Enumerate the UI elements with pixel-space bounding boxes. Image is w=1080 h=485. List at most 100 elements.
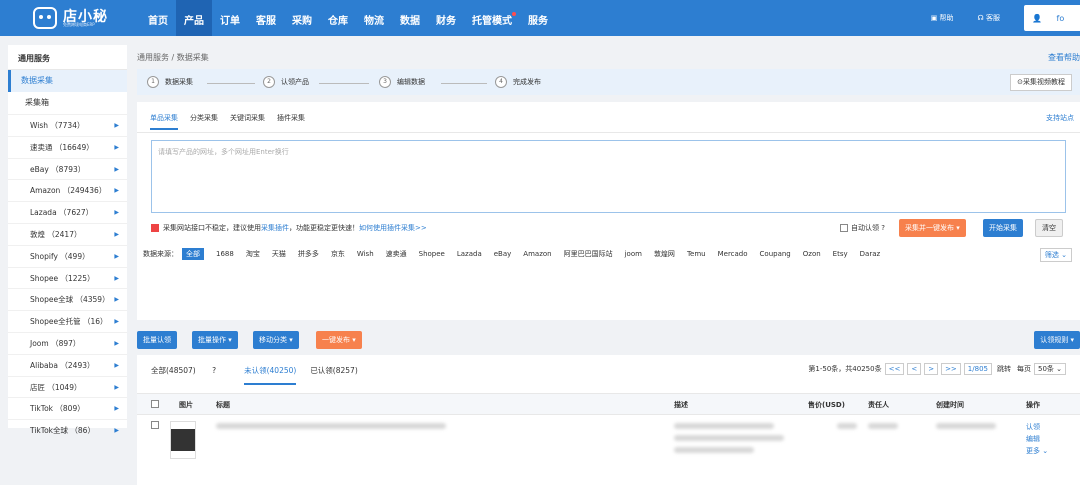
step-label: 编辑数据 (397, 78, 425, 86)
source-option[interactable]: Etsy (833, 250, 848, 258)
source-option[interactable]: 淘宝 (246, 249, 260, 259)
source-option[interactable]: Mercado (718, 250, 748, 258)
sidebar-platform-item[interactable]: 店匠 （1049） ▶ (8, 375, 127, 398)
jump-button[interactable]: 跳转 (997, 364, 1011, 374)
nav-service[interactable]: 客服 (248, 0, 284, 36)
prev-page-button[interactable]: < (907, 363, 922, 375)
source-option[interactable]: 速卖通 (386, 249, 407, 259)
claim-rule-button[interactable]: 认领规则 ▾ (1034, 331, 1080, 349)
nav-warehouse[interactable]: 仓库 (320, 0, 356, 36)
batch-claim-button[interactable]: 批量认领 (137, 331, 177, 349)
source-option[interactable]: 阿里巴巴国际站 (564, 249, 613, 259)
first-page-button[interactable]: << (884, 363, 905, 375)
nav-data[interactable]: 数据 (392, 0, 428, 36)
start-collect-button[interactable]: 开始采集 (983, 219, 1023, 237)
sidebar-platform-item[interactable]: Amazon （249436） ▶ (8, 179, 127, 201)
sidebar-platform-item[interactable]: Alibaba （2493） ▶ (8, 353, 127, 376)
source-option[interactable]: 敦煌网 (654, 249, 675, 259)
tab-category[interactable]: 分类采集 (190, 113, 218, 130)
source-option[interactable]: Daraz (860, 250, 881, 258)
source-option[interactable]: 拼多多 (298, 249, 319, 259)
more-link[interactable]: 更多 ⌄ (1026, 445, 1048, 457)
nav-order[interactable]: 订单 (212, 0, 248, 36)
move-category-button[interactable]: 移动分类 ▾ (253, 331, 299, 349)
url-textarea[interactable]: 请填写产品的网址，多个网址用Enter换行 (151, 140, 1066, 213)
sidebar-platform-label: TikTok （809） (30, 404, 85, 414)
sidebar-item-data-collect[interactable]: 数据采集 (8, 70, 127, 92)
nav-logistics[interactable]: 物流 (356, 0, 392, 36)
source-option[interactable]: Coupang (760, 250, 791, 258)
support-sites-link[interactable]: 支持站点 (1046, 113, 1074, 123)
sidebar-platform-item[interactable]: Shopee全球 （4359） ▶ (8, 288, 127, 310)
plugin-link[interactable]: 采集插件 (261, 223, 289, 233)
sidebar-platform-item[interactable]: Shopify （499） ▶ (8, 244, 127, 267)
how-to-plugin-link[interactable]: 如何使用插件采集>> (359, 223, 427, 233)
edit-link[interactable]: 编辑 (1026, 433, 1048, 445)
sidebar-item-collect-box[interactable]: 采集箱 (8, 92, 127, 114)
service-link[interactable]: ☊ 客服 (978, 13, 1012, 23)
nav-home[interactable]: 首页 (140, 0, 176, 36)
per-page-select[interactable]: 50条 ⌄ (1033, 363, 1066, 375)
logo[interactable]: 店小秘 免费跨境电商ERP (33, 6, 133, 30)
title-blurred (216, 423, 446, 429)
sidebar-platform-item[interactable]: eBay （8793） ▶ (8, 157, 127, 180)
breadcrumb-root[interactable]: 通用服务 (137, 53, 169, 62)
video-tutorial-button[interactable]: ⊙采集视频教程 (1010, 74, 1072, 91)
batch-op-label: 批量操作 (198, 336, 226, 344)
question-icon: ? (881, 224, 885, 232)
filter-button[interactable]: 筛选 ⌄ (1039, 248, 1072, 262)
sidebar-platform-item[interactable]: 速卖通 （16649） ▶ (8, 135, 127, 158)
table-row: 认领 编辑 更多 ⌄ (137, 415, 1080, 475)
source-option[interactable]: 全部 (182, 248, 204, 260)
product-thumbnail[interactable] (170, 421, 196, 459)
source-option[interactable]: 京东 (331, 249, 345, 259)
help-link[interactable]: ▣ 帮助 (931, 13, 966, 23)
source-option[interactable]: Shopee (419, 250, 445, 258)
user-menu[interactable]: 👤 fo (1024, 5, 1080, 31)
nav-purchase[interactable]: 采购 (284, 0, 320, 36)
tab-all[interactable]: 全部(48507) ? (151, 365, 230, 385)
source-option[interactable]: 1688 (216, 250, 234, 258)
sidebar-platform-label: Joom （897） (30, 338, 81, 348)
sidebar-platform-item[interactable]: 敦煌 （2417） ▶ (8, 222, 127, 245)
sidebar-platform-item[interactable]: TikTok全球 （86） ▶ (8, 419, 127, 441)
select-all-checkbox[interactable] (151, 400, 159, 408)
source-option[interactable]: Ozon (803, 250, 821, 258)
sidebar-platform-item[interactable]: Shopee全托管 （16） ▶ (8, 310, 127, 332)
sidebar-platform-item[interactable]: TikTok （809） ▶ (8, 397, 127, 419)
tab-plugin[interactable]: 插件采集 (277, 113, 305, 130)
batch-operation-button[interactable]: 批量操作 ▾ (192, 331, 238, 349)
source-option[interactable]: 天猫 (272, 249, 286, 259)
collect-publish-button[interactable]: 采集并一键发布 ▾ (899, 219, 966, 237)
logo-subtitle: 免费跨境电商ERP (63, 22, 95, 27)
clear-button[interactable]: 清空 (1035, 219, 1063, 237)
tab-unclaimed[interactable]: 未认领(40250) (244, 365, 297, 385)
nav-services[interactable]: 服务 (520, 0, 556, 36)
source-option[interactable]: Wish (357, 250, 374, 258)
sidebar-platform-item[interactable]: Joom （897） ▶ (8, 331, 127, 354)
source-option[interactable]: Lazada (457, 250, 482, 258)
tab-keyword[interactable]: 关键词采集 (230, 113, 265, 130)
auto-claim-checkbox[interactable] (840, 224, 848, 232)
view-help-link[interactable]: 查看帮助 (1048, 45, 1080, 71)
tab-claimed[interactable]: 已认领(8257) (310, 365, 357, 385)
nav-product[interactable]: 产品 (176, 0, 212, 36)
nav-hosting[interactable]: 托管模式 (464, 0, 520, 36)
claim-link[interactable]: 认领 (1026, 421, 1048, 433)
next-page-button[interactable]: > (924, 363, 939, 375)
tab-all-label: 全部(48507) (151, 366, 196, 375)
one-click-publish-button[interactable]: 一键发布 ▾ (316, 331, 362, 349)
source-option[interactable]: Amazon (523, 250, 551, 258)
sidebar-platform-item[interactable]: Wish （7734） ▶ (8, 114, 127, 136)
per-page-value: 50条 (1037, 365, 1054, 373)
sidebar-platform-item[interactable]: Shopee （1225） ▶ (8, 266, 127, 289)
sidebar-platform-item[interactable]: Lazada （7627） ▶ (8, 201, 127, 223)
nav-finance[interactable]: 财务 (428, 0, 464, 36)
last-page-button[interactable]: >> (941, 363, 961, 375)
source-option[interactable]: Temu (687, 250, 706, 258)
source-option[interactable]: eBay (494, 250, 512, 258)
source-option[interactable]: joom (625, 250, 642, 258)
auto-claim[interactable]: 自动认领 ? (840, 223, 885, 233)
tab-single[interactable]: 单品采集 (150, 113, 178, 130)
sidebar-platform-label: Alibaba （2493） (30, 360, 95, 370)
